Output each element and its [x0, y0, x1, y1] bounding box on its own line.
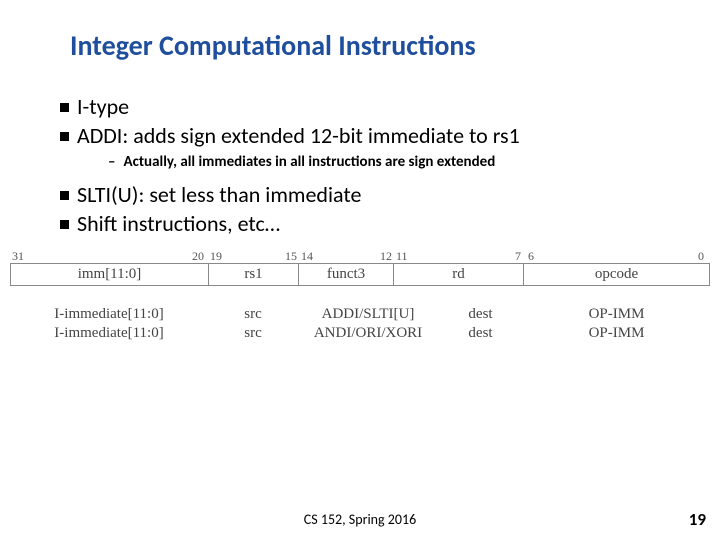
sub-bullet-item: – Actually, all immediates in all instru…: [108, 153, 720, 171]
slide-body: I-type ADDI: adds sign extended 12-bit i…: [0, 63, 720, 237]
slide-title: Integer Computational Instructions: [0, 0, 720, 63]
bullet-item: ADDI: adds sign extended 12-bit immediat…: [60, 122, 720, 149]
cell: ANDI/ORI/XORI: [298, 325, 438, 342]
cell: src: [208, 306, 298, 323]
bit-label: 31: [12, 249, 24, 264]
cell: src: [208, 325, 298, 342]
bit-label: 14: [301, 249, 313, 264]
decode-row: I-immediate[11:0] src ANDI/ORI/XORI dest…: [10, 325, 710, 342]
cell: I-immediate[11:0]: [10, 306, 208, 323]
bit-position-row: 31 20 19 15 14 12 11 7 6 0: [10, 249, 710, 263]
bit-label: 11: [396, 249, 408, 264]
field-header-row: imm[11:0] rs1 funct3 rd opcode: [10, 263, 710, 286]
dash-bullet-icon: –: [108, 153, 115, 171]
bullet-item: SLTI(U): set less than immediate: [60, 181, 720, 208]
field-imm: imm[11:0]: [11, 264, 209, 285]
bullet-text: I-type: [77, 93, 129, 120]
bit-label: 15: [285, 249, 297, 264]
bullet-item: Shift instructions, etc…: [60, 210, 720, 237]
bit-label: 12: [380, 249, 392, 264]
field-opcode: opcode: [524, 264, 709, 285]
cell: I-immediate[11:0]: [10, 325, 208, 342]
bit-label: 19: [210, 249, 222, 264]
instruction-format-diagram: 31 20 19 15 14 12 11 7 6 0 imm[11:0] rs1…: [10, 249, 710, 342]
bit-label: 20: [192, 249, 204, 264]
cell: ADDI/SLTI[U]: [298, 306, 438, 323]
field-rd: rd: [394, 264, 524, 285]
field-funct3: funct3: [299, 264, 394, 285]
bullet-text: SLTI(U): set less than immediate: [77, 181, 361, 208]
cell: dest: [438, 306, 523, 323]
bullet-item: I-type: [60, 93, 720, 120]
bit-label: 6: [528, 249, 534, 264]
cell: OP-IMM: [523, 325, 710, 342]
square-bullet-icon: [60, 220, 69, 229]
sub-bullet-text: Actually, all immediates in all instruct…: [123, 153, 495, 171]
cell: OP-IMM: [523, 306, 710, 323]
cell: dest: [438, 325, 523, 342]
square-bullet-icon: [60, 191, 69, 200]
page-number: 19: [689, 509, 706, 530]
square-bullet-icon: [60, 132, 69, 141]
bullet-text: Shift instructions, etc…: [77, 210, 280, 237]
decode-row: I-immediate[11:0] src ADDI/SLTI[U] dest …: [10, 306, 710, 323]
bit-label: 0: [698, 249, 704, 264]
field-rs1: rs1: [209, 264, 299, 285]
bit-label: 7: [515, 249, 521, 264]
footer-text: CS 152, Spring 2016: [0, 511, 720, 528]
square-bullet-icon: [60, 103, 69, 112]
bullet-text: ADDI: adds sign extended 12-bit immediat…: [77, 122, 520, 149]
